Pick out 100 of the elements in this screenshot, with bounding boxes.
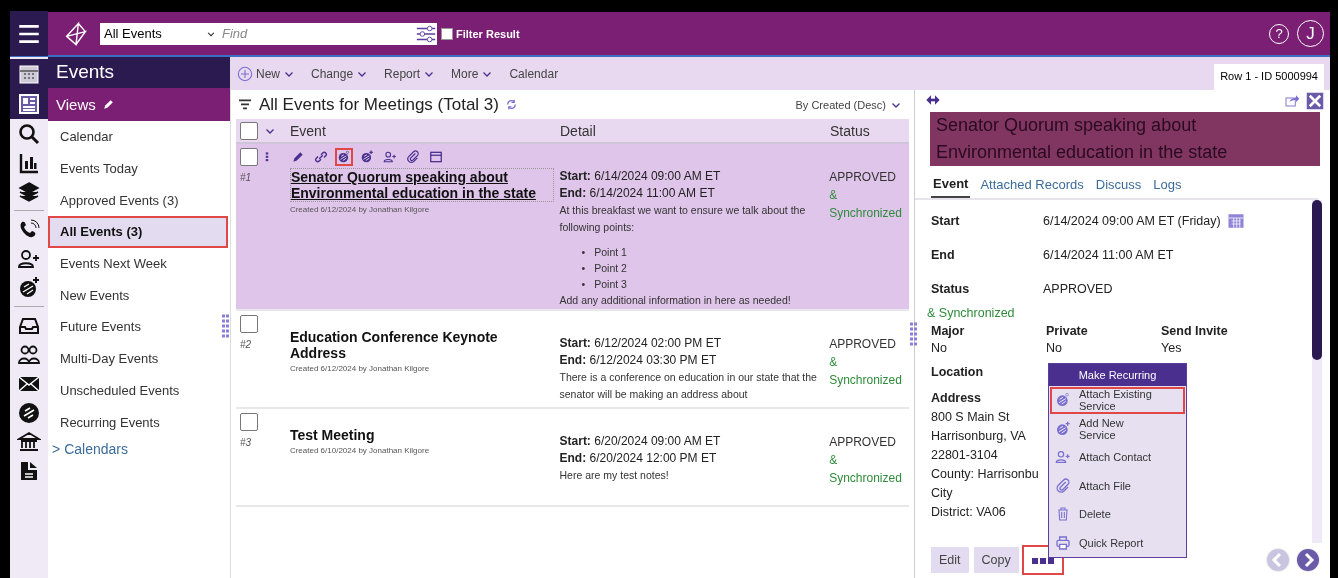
- resize-grip-icon[interactable]: [910, 322, 917, 346]
- action-button[interactable]: Copy: [973, 546, 1019, 573]
- start-time: Start: 6/12/2024 02:00 PM ET: [559, 335, 722, 352]
- row-number: #2: [240, 339, 253, 350]
- add-service-icon[interactable]: [359, 150, 374, 164]
- pencil-icon[interactable]: [101, 98, 115, 111]
- scrollbar-thumb[interactable]: [1312, 200, 1322, 360]
- tab[interactable]: Discuss: [1093, 174, 1144, 198]
- menu-button[interactable]: [10, 11, 48, 56]
- menu-item[interactable]: Delete: [1049, 500, 1186, 529]
- toolbar-button[interactable]: New: [237, 65, 295, 82]
- status-text: APPROVED: [829, 169, 897, 186]
- notes-text: At this breakfast we want to ensure we talk about the following points:: [559, 203, 807, 235]
- view-item[interactable]: Multi-Day Events: [48, 342, 228, 375]
- address-line: Harrisonburg, VA: [931, 428, 1026, 445]
- sync-status: & Synchronized: [829, 354, 903, 389]
- column-header: Status: [830, 122, 870, 139]
- field-label: Major: [931, 324, 966, 338]
- row-number: #3: [240, 437, 253, 448]
- end-time: End: 6/12/2024 03:30 PM ET: [559, 352, 718, 369]
- view-item[interactable]: All Events (3): [48, 216, 228, 248]
- row-checkbox[interactable]: [240, 413, 258, 431]
- field-value: Yes: [1161, 341, 1183, 355]
- bullet-marker: •: [581, 277, 586, 292]
- field-value: 6/14/2024 09:00 AM ET (Friday): [1043, 214, 1221, 228]
- toolbar-button[interactable]: Calendar: [509, 66, 559, 81]
- row-checkbox[interactable]: [240, 148, 258, 166]
- field-label: End: [931, 248, 956, 262]
- toolbar-button[interactable]: Change: [311, 66, 369, 81]
- toolbar-button[interactable]: Report: [384, 66, 436, 81]
- view-item[interactable]: Unscheduled Events: [48, 374, 228, 407]
- field-value: 6/14/2024 11:00 AM ET: [1043, 248, 1174, 262]
- resize-grip-icon[interactable]: [222, 314, 229, 338]
- menu-item[interactable]: Quick Report: [1049, 528, 1186, 557]
- link-icon[interactable]: [313, 150, 328, 164]
- refresh-icon[interactable]: [505, 98, 518, 111]
- close-icon[interactable]: [1306, 92, 1324, 110]
- list-title: All Events for Meetings (Total 3): [259, 94, 499, 115]
- bullet-item: Point 1: [594, 245, 627, 260]
- dashboard-icon[interactable]: [17, 92, 41, 116]
- service-icon[interactable]: [336, 150, 351, 164]
- pencil-icon[interactable]: [290, 150, 305, 164]
- address-line: District: VA06: [931, 504, 1006, 521]
- view-item[interactable]: Events Next Week: [48, 247, 228, 280]
- view-item[interactable]: Future Events: [48, 311, 228, 343]
- tab[interactable]: Attached Records: [978, 174, 1086, 198]
- bank-icon[interactable]: [17, 429, 41, 454]
- calendar-icon[interactable]: [17, 62, 41, 86]
- tab[interactable]: Logs: [1151, 174, 1184, 198]
- view-dropdown[interactable]: All Events: [100, 22, 220, 45]
- field-value: No: [1046, 341, 1063, 355]
- bullet-marker: •: [581, 261, 586, 276]
- record-title: Senator Quorum speaking about Environmental education in the state: [930, 112, 1320, 166]
- menu-item[interactable]: Attach File: [1049, 471, 1186, 500]
- sync-status: & Synchronized: [927, 306, 1016, 320]
- field-label: Send Invite: [1161, 324, 1229, 338]
- end-time: End: 6/20/2024 12:00 PM ET: [559, 450, 718, 467]
- notes-text: Add any additional information in here as needed!: [559, 293, 792, 308]
- service-icon: [1055, 392, 1071, 409]
- tab[interactable]: Event: [931, 174, 971, 198]
- layers-icon[interactable]: [17, 179, 41, 204]
- column-header: Event: [290, 122, 327, 139]
- slashed-circle-icon[interactable]: [17, 400, 41, 425]
- add-service-icon[interactable]: [17, 275, 41, 300]
- notes-text: Here are my test notes!: [559, 468, 670, 483]
- calendars-group[interactable]: > Calendars: [48, 439, 230, 458]
- event-row[interactable]: [236, 144, 909, 311]
- filter-result-checkbox[interactable]: Filter Result: [441, 27, 520, 40]
- view-item[interactable]: Approved Events (3): [48, 184, 228, 217]
- printer-icon: [1055, 534, 1071, 551]
- view-item[interactable]: Calendar: [48, 121, 228, 153]
- toolbar-button[interactable]: More: [451, 66, 494, 81]
- search-icon[interactable]: [17, 121, 41, 146]
- paperclip-icon: [1055, 477, 1071, 494]
- bullet-item: Point 2: [594, 261, 627, 276]
- field-value: No: [931, 341, 948, 355]
- add-person-icon[interactable]: [382, 150, 397, 164]
- menu-item[interactable]: Attach Contact: [1049, 443, 1186, 472]
- action-button[interactable]: Edit: [931, 546, 969, 573]
- menu-item[interactable]: Add New Service: [1049, 414, 1186, 443]
- event-link[interactable]: Senator Quorum speaking about Environmental education in the state: [289, 168, 554, 202]
- view-item[interactable]: Recurring Events: [48, 406, 228, 438]
- paperclip-icon[interactable]: [405, 150, 420, 164]
- bullet-marker: •: [581, 245, 586, 260]
- event-title: Education Conference Keynote Address: [289, 329, 499, 361]
- plus-icon: [237, 65, 253, 82]
- row-checkbox[interactable]: [240, 315, 258, 333]
- sort-dropdown[interactable]: By Created (Desc): [789, 97, 908, 112]
- view-item[interactable]: New Events: [48, 279, 228, 312]
- next-button[interactable]: [1296, 547, 1320, 572]
- view-item[interactable]: Events Today: [48, 152, 228, 185]
- menu-header[interactable]: Make Recurring: [1049, 364, 1186, 386]
- address-line: 22801-3104: [931, 447, 998, 464]
- search-field[interactable]: Find: [220, 22, 415, 45]
- menu-item[interactable]: Attach Existing Service: [1049, 386, 1186, 415]
- select-all-checkbox[interactable]: [240, 121, 258, 140]
- event-row[interactable]: #3 Test Meeting Created 6/10/2024 by Jonathan Kilgore Start: 6/20/2024 09:00 AM ET End: 6/20/2024 12:00 PM ET Here are my test notes! APPROVED & Synchronized: [236, 409, 909, 507]
- window-icon[interactable]: [428, 150, 443, 164]
- status-text: APPROVED: [829, 336, 897, 353]
- trash-icon: [1055, 506, 1071, 523]
